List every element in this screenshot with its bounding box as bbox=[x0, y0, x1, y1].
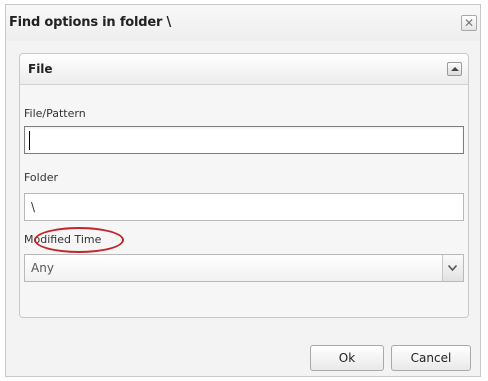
dropdown-button[interactable] bbox=[442, 255, 463, 281]
folder-label: Folder bbox=[24, 171, 58, 184]
file-panel-header[interactable]: File bbox=[20, 54, 468, 85]
text-caret bbox=[29, 131, 30, 150]
chevron-down-icon bbox=[448, 265, 457, 271]
cancel-button[interactable]: Cancel bbox=[391, 345, 471, 371]
modified-time-value: Any bbox=[31, 261, 54, 275]
folder-value: \ bbox=[31, 200, 36, 214]
chevron-up-icon bbox=[451, 67, 459, 71]
file-panel-title: File bbox=[28, 62, 53, 76]
collapse-button[interactable] bbox=[447, 62, 462, 76]
dialog-titlebar[interactable]: Find options in folder \ ✕ bbox=[6, 5, 480, 41]
close-icon: ✕ bbox=[463, 16, 475, 30]
dialog-title: Find options in folder \ bbox=[9, 15, 172, 30]
highlight-circle bbox=[34, 227, 124, 253]
close-button[interactable]: ✕ bbox=[461, 15, 477, 31]
modified-time-select[interactable]: Any bbox=[24, 254, 464, 282]
file-pattern-label: File/Pattern bbox=[24, 107, 86, 120]
ok-button[interactable]: Ok bbox=[310, 345, 384, 371]
folder-input[interactable]: \ bbox=[24, 193, 464, 221]
file-pattern-input[interactable] bbox=[24, 126, 464, 154]
